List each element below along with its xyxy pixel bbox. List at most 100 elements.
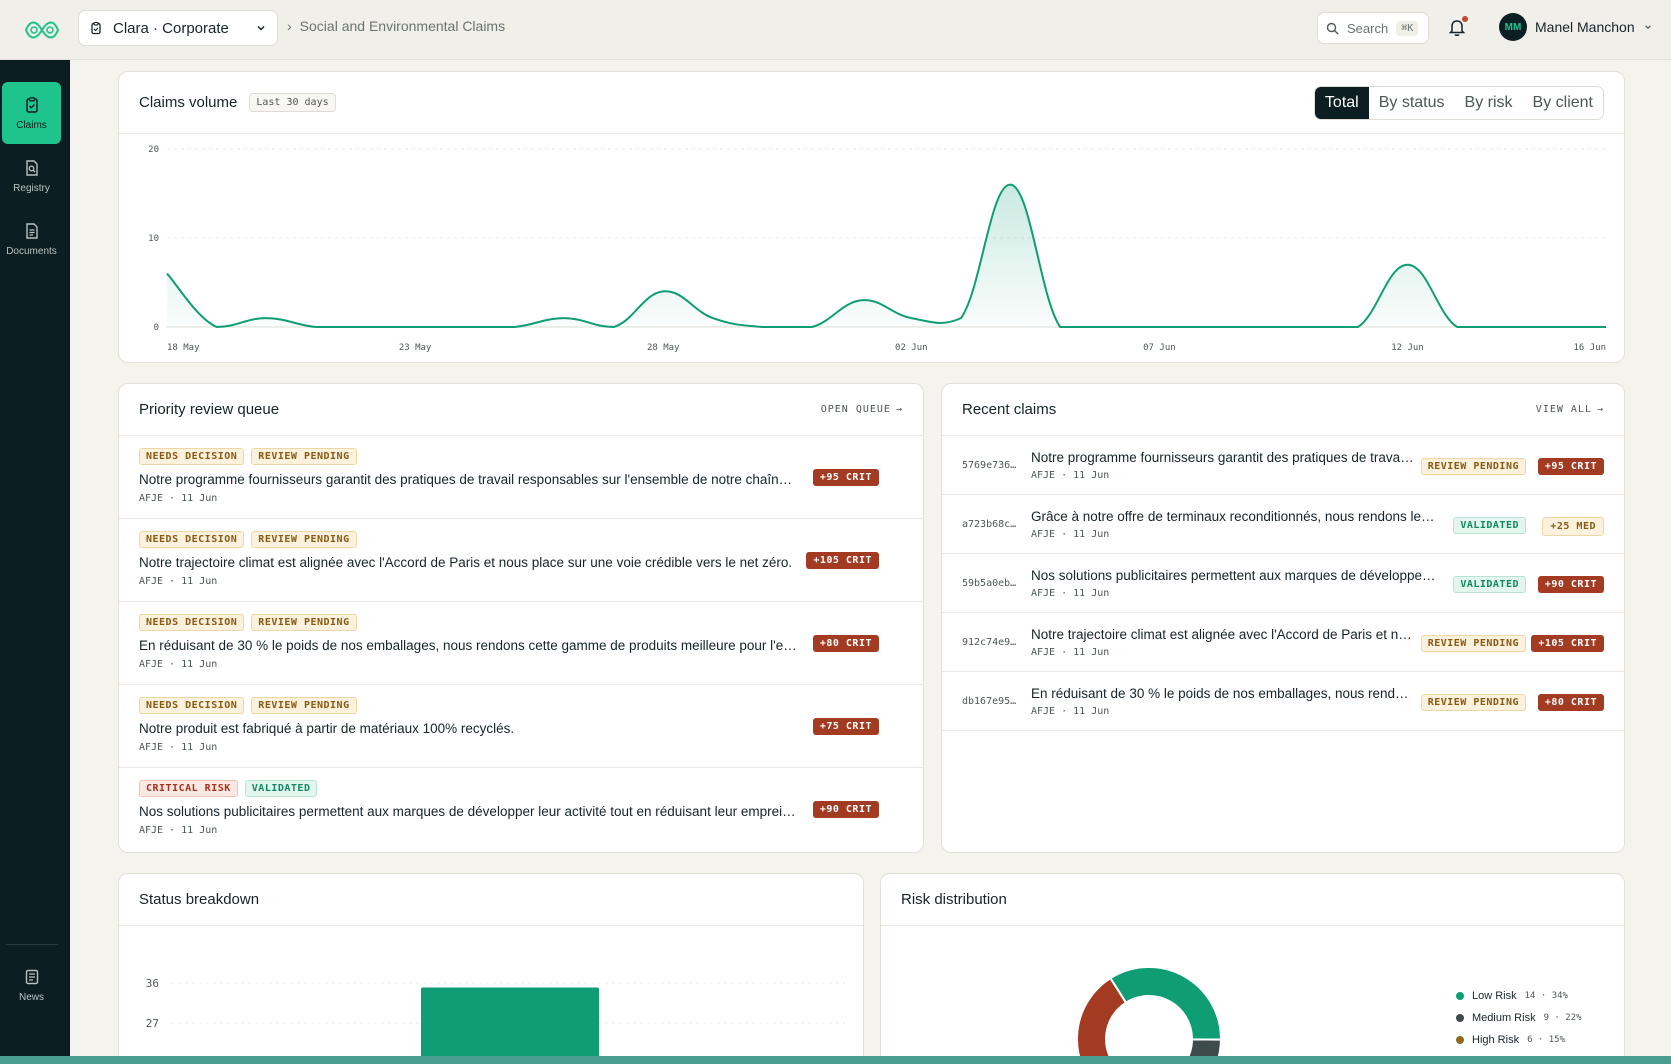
card-title: Recent claims bbox=[962, 401, 1057, 418]
claim-text: En réduisant de 30 % le poids de nos emb… bbox=[139, 638, 799, 653]
legend-dot bbox=[1456, 992, 1464, 1000]
y-tick-label: 27 bbox=[146, 1017, 159, 1030]
volume-area bbox=[167, 184, 1606, 327]
queue-row[interactable]: NEEDS DECISION REVIEW PENDING Notre trajec… bbox=[119, 519, 923, 602]
y-tick-label: 20 bbox=[148, 145, 159, 155]
clipboard-icon bbox=[91, 21, 101, 35]
claim-id: 912c74e9… bbox=[962, 637, 1017, 648]
sidebar-item-documents[interactable]: Documents bbox=[2, 208, 61, 270]
recent-claim-row[interactable]: db167e95… En réduisant de 30 % le poids d… bbox=[942, 672, 1624, 731]
queue-row[interactable]: CRITICAL RISK VALIDATED Nos solutions publ… bbox=[119, 768, 923, 851]
claim-text: Notre produit est fabriqué à partir de m… bbox=[139, 721, 515, 736]
status-breakdown-card: Status breakdown 182736 bbox=[118, 873, 864, 1064]
card-header: Claims volume Last 30 days Total By stat… bbox=[119, 72, 1624, 134]
tag-group: NEEDS DECISION REVIEW PENDING bbox=[139, 697, 903, 714]
claim-text: Notre programme fournisseurs garantit de… bbox=[1031, 450, 1416, 465]
card-header: Status breakdown bbox=[119, 874, 863, 926]
legend-label: Medium Risk bbox=[1472, 1012, 1536, 1024]
tab-by-status[interactable]: By status bbox=[1369, 87, 1455, 119]
status-badge: NEEDS DECISION bbox=[139, 614, 245, 631]
claim-id: a723b68c… bbox=[962, 519, 1017, 530]
queue-row[interactable]: NEEDS DECISION REVIEW PENDING Notre produi… bbox=[119, 685, 923, 768]
tab-by-client[interactable]: By client bbox=[1523, 87, 1603, 119]
recent-claim-row[interactable]: 912c74e9… Notre trajectoire climat est al… bbox=[942, 613, 1624, 672]
legend-item: High Risk 6 · 15% bbox=[1456, 1034, 1565, 1046]
y-tick-label: 10 bbox=[148, 234, 159, 244]
risk-score-badge: +25 MED bbox=[1542, 517, 1604, 536]
avatar: MM bbox=[1499, 13, 1527, 41]
queue-row[interactable]: NEEDS DECISION REVIEW PENDING Notre progra… bbox=[119, 436, 923, 519]
risk-score-badge: +105 CRIT bbox=[806, 552, 879, 569]
risk-score-badge: +80 CRIT bbox=[812, 635, 879, 652]
user-name: Manel Manchon bbox=[1535, 19, 1635, 35]
donut-slice[interactable] bbox=[1109, 966, 1222, 1041]
search-doc-icon bbox=[25, 159, 38, 176]
claim-text: Nos solutions publicitaires permettent a… bbox=[139, 804, 799, 819]
x-tick-label: 02 Jun bbox=[895, 343, 928, 353]
status-badge: REVIEW PENDING bbox=[251, 614, 357, 631]
sidebar-item-registry[interactable]: Registry bbox=[2, 145, 61, 207]
sidebar-item-news[interactable]: News bbox=[2, 954, 61, 1016]
status-badge: VALIDATED bbox=[1453, 517, 1526, 534]
search-label: Search bbox=[1347, 20, 1389, 36]
recent-claim-row[interactable]: a723b68c… Grâce à notre offre de terminau… bbox=[942, 495, 1624, 554]
tab-by-risk[interactable]: By risk bbox=[1455, 87, 1523, 119]
sidebar-item-label: News bbox=[18, 991, 44, 1003]
sidebar-item-claims[interactable]: Claims bbox=[2, 82, 61, 144]
risk-distribution-card: Risk distribution Low Risk 14 · 34% Medium… bbox=[880, 873, 1625, 1064]
volume-tabs: Total By status By risk By client bbox=[1313, 85, 1604, 120]
chevron-down-icon bbox=[1644, 25, 1651, 30]
volume-chart: 0 10 20 18 May 23 May 28 May 02 Jun 07 Jun 12 Ju… bbox=[148, 145, 1606, 353]
queue-row[interactable]: NEEDS DECISION REVIEW PENDING En réduisant… bbox=[119, 602, 923, 685]
card-header: Risk distribution bbox=[881, 874, 1624, 926]
clara-logo-icon[interactable] bbox=[24, 18, 60, 42]
x-tick-label: 28 May bbox=[647, 343, 680, 353]
newspaper-icon bbox=[25, 969, 38, 984]
open-queue-link[interactable]: OPEN QUEUE → bbox=[821, 404, 903, 415]
risk-score-badge: +90 CRIT bbox=[812, 801, 879, 818]
x-tick-label: 16 Jun bbox=[1573, 343, 1606, 353]
claims-volume-card: Claims volume Last 30 days Total By stat… bbox=[118, 71, 1625, 363]
claim-meta: AFJE · 11 Jun bbox=[1031, 470, 1110, 481]
x-tick-label: 07 Jun bbox=[1143, 343, 1176, 353]
status-bar[interactable] bbox=[421, 987, 599, 1064]
status-badge: VALIDATED bbox=[244, 780, 318, 797]
user-menu[interactable]: MM Manel Manchon bbox=[1499, 13, 1653, 41]
tab-total[interactable]: Total bbox=[1314, 86, 1369, 119]
status-badge: REVIEW PENDING bbox=[1420, 458, 1526, 475]
chevron-down-icon bbox=[257, 25, 265, 31]
legend-value: 9 · 22% bbox=[1543, 1013, 1582, 1023]
breadcrumb: › Social and Environmental Claims bbox=[287, 18, 505, 34]
search-button[interactable]: Search ⌘K bbox=[1317, 12, 1429, 44]
card-header: Priority review queue OPEN QUEUE → bbox=[119, 384, 923, 436]
status-badge: REVIEW PENDING bbox=[1420, 694, 1526, 711]
breadcrumb-current[interactable]: Social and Environmental Claims bbox=[300, 18, 505, 34]
org-switcher[interactable]: Clara · Corporate bbox=[78, 10, 278, 46]
recent-claim-row[interactable]: 5769e736… Notre programme fournisseurs ga… bbox=[942, 436, 1624, 495]
status-badge: VALIDATED bbox=[1453, 576, 1526, 593]
claim-meta: AFJE · 11 Jun bbox=[139, 825, 218, 836]
y-tick-label: 0 bbox=[154, 323, 159, 333]
status-badge: NEEDS DECISION bbox=[139, 697, 245, 714]
claim-meta: AFJE · 11 Jun bbox=[1031, 588, 1110, 599]
arrow-right-icon: → bbox=[895, 404, 903, 415]
legend-item: Low Risk 14 · 34% bbox=[1456, 990, 1568, 1002]
recent-claim-row[interactable]: 59b5a0eb… Nos solutions publicitaires per… bbox=[942, 554, 1624, 613]
view-all-link[interactable]: VIEW ALL → bbox=[1536, 404, 1604, 415]
queue-list: NEEDS DECISION REVIEW PENDING Notre progra… bbox=[119, 436, 923, 851]
card-title: Priority review queue bbox=[139, 401, 280, 418]
range-chip[interactable]: Last 30 days bbox=[249, 93, 336, 112]
card-title: Claims volume bbox=[139, 94, 238, 111]
status-badge: REVIEW PENDING bbox=[251, 531, 357, 548]
claim-text: Nos solutions publicitaires permettent a… bbox=[1031, 568, 1436, 583]
status-badge: REVIEW PENDING bbox=[1420, 635, 1526, 652]
claim-text: Notre trajectoire climat est alignée ave… bbox=[139, 555, 793, 570]
priority-queue-card: Priority review queue OPEN QUEUE → NEEDS … bbox=[118, 383, 924, 853]
document-icon bbox=[25, 222, 38, 239]
donut-slice[interactable] bbox=[1076, 976, 1128, 1064]
legend-item: Medium Risk 9 · 22% bbox=[1456, 1012, 1582, 1024]
claim-id: db167e95… bbox=[962, 696, 1017, 707]
sidebar: Claims Registry Documents News bbox=[0, 60, 70, 1064]
claim-meta: AFJE · 11 Jun bbox=[139, 659, 218, 670]
risk-score-badge: +95 CRIT bbox=[812, 469, 879, 486]
